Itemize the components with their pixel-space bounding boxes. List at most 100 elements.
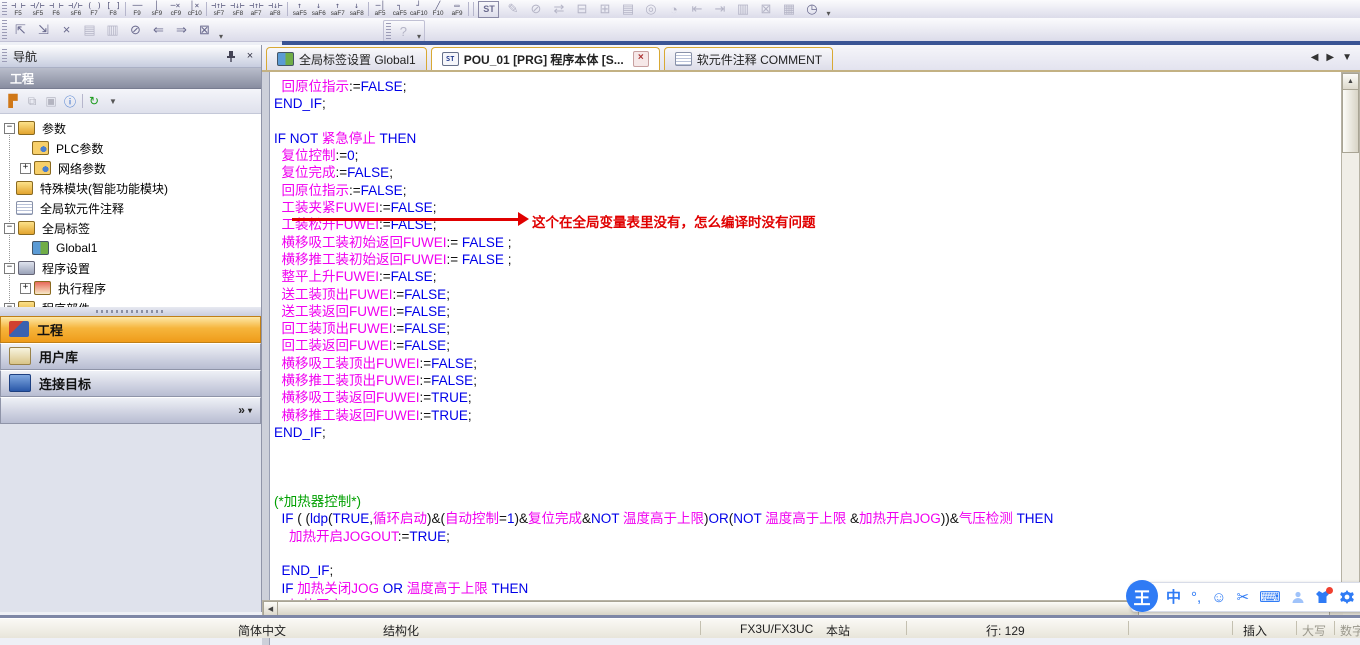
editor-tool-icon[interactable]: ⊟ — [570, 0, 593, 19]
edit-tool-icon[interactable]: ⊘ — [124, 20, 147, 40]
ladder-f8-button[interactable]: [ ]F8 — [104, 1, 123, 18]
ladder-sf7-button[interactable]: ⊣↑⊢sF7 — [209, 1, 228, 18]
ladder-f9-button[interactable]: ──F9 — [128, 1, 147, 18]
ladder-saf5-button[interactable]: ↑saF5 — [290, 1, 309, 18]
edit-tool-icon[interactable]: ⇐ — [147, 20, 170, 40]
editor-tool-icon[interactable]: ◔ — [662, 0, 685, 19]
nav-button-用户库[interactable]: 用户库 — [0, 343, 261, 370]
copy-icon[interactable]: ⧉ — [23, 92, 41, 110]
ladder-cf10-button[interactable]: │×cF10 — [185, 1, 204, 18]
tree-item-global1[interactable]: Global1 — [0, 238, 261, 258]
paste-icon[interactable]: ▣ — [42, 92, 60, 110]
vertical-scrollbar[interactable]: ▲ ▼ — [1341, 72, 1360, 602]
ladder-af9-button[interactable]: ▭aF9 — [447, 1, 466, 18]
editor-tool-icon[interactable]: ⇄ — [547, 0, 570, 19]
editor-tool-icon[interactable]: ST — [478, 1, 499, 18]
tree-item-[interactable]: 特殊模块(智能功能模块) — [0, 178, 261, 198]
refresh-icon[interactable]: ↻ — [85, 92, 103, 110]
editor-tool-icon[interactable]: ▥ — [731, 0, 754, 19]
tree-item-[interactable]: −程序设置 — [0, 258, 261, 278]
ime-punctuation-icon[interactable]: °, — [1191, 590, 1201, 605]
ladder-f6-button[interactable]: ⊣ ⊢F6 — [47, 1, 66, 18]
st-code-area[interactable]: 回原位指示:=FALSE;END_IF; IF NOT 紧急停止 THEN 复位… — [270, 72, 1342, 600]
edit-tool-icon[interactable]: ▥ — [101, 20, 124, 40]
ime-emoji-icon[interactable]: ☺ — [1211, 590, 1226, 605]
collapse-icon[interactable]: − — [4, 123, 15, 134]
panel-grip[interactable] — [2, 49, 7, 63]
editor-tool-icon[interactable]: ⇥ — [708, 0, 731, 19]
ime-settings-icon[interactable] — [1340, 590, 1354, 604]
nav-button-连接目标[interactable]: 连接目标 — [0, 370, 261, 397]
ime-account-icon[interactable] — [1291, 590, 1305, 604]
tree-item-[interactable]: −参数 — [0, 118, 261, 138]
editor-tool-icon[interactable]: ◎ — [639, 0, 662, 19]
ime-keyboard-icon[interactable]: ⌨ — [1259, 590, 1281, 605]
tree-item-[interactable]: +网络参数 — [0, 158, 261, 178]
edit-tool-icon[interactable]: ⇱ — [9, 20, 32, 40]
ladder-caf5-button[interactable]: ┐caF5 — [390, 1, 409, 18]
help-icon[interactable]: ? — [393, 21, 414, 41]
document-tab-1[interactable]: 全局标签设置 Global1 — [266, 47, 427, 70]
ladder-f5-button[interactable]: ⊣ ⊢F5 — [9, 1, 28, 18]
ime-skin-icon[interactable] — [1315, 590, 1330, 604]
ladder-sf8-button[interactable]: ⊣↓⊢sF8 — [228, 1, 247, 18]
toolbar-overflow-icon[interactable]: ▾ — [219, 32, 223, 41]
ladder-cf9-button[interactable]: ─×cF9 — [166, 1, 185, 18]
document-tab-3[interactable]: 软元件注释 COMMENT — [664, 47, 833, 70]
data-info-icon[interactable]: ⓘ — [61, 92, 79, 110]
edit-tool-icon[interactable]: ▤ — [78, 20, 101, 40]
editor-tool-icon[interactable]: ✎ — [501, 0, 524, 19]
tree-item-[interactable]: −程序部件 — [0, 298, 261, 307]
editor-tool-icon[interactable]: ⊘ — [524, 0, 547, 19]
ladder-sf9-button[interactable]: │sF9 — [147, 1, 166, 18]
ladder-saf7-button[interactable]: ↑saF7 — [328, 1, 347, 18]
editor-tool-icon[interactable]: ⊠ — [754, 0, 777, 19]
tree-item-[interactable]: −全局标签 — [0, 218, 261, 238]
expand-icon[interactable]: + — [20, 283, 31, 294]
ladder-af8-button[interactable]: ⊣↓⊢aF8 — [266, 1, 285, 18]
tab-list-icon[interactable]: ▼ — [1342, 52, 1352, 63]
ladder-caf10-button[interactable]: ┘caF10 — [409, 1, 428, 18]
ime-logo-icon[interactable]: 王 — [1126, 580, 1158, 612]
editor-tool-icon[interactable]: ▤ — [616, 0, 639, 19]
editor-tool-icon[interactable]: ◷ — [800, 0, 823, 19]
tab-close-icon[interactable]: × — [633, 51, 649, 67]
ladder-f7-button[interactable]: ( )F7 — [85, 1, 104, 18]
ime-clip-icon[interactable]: ✂ — [1237, 590, 1250, 605]
tab-scroll-right-icon[interactable]: ▶ — [1326, 52, 1334, 63]
ladder-af5-button[interactable]: ─│aF5 — [371, 1, 390, 18]
editor-tool-icon[interactable]: ▦ — [777, 0, 800, 19]
toolbar-overflow-icon[interactable]: ▾ — [417, 32, 421, 41]
editor-tool-icon[interactable]: ⊞ — [593, 0, 616, 19]
pin-icon[interactable] — [223, 49, 239, 64]
collapse-icon[interactable]: − — [4, 303, 15, 307]
toolbar-grip[interactable] — [2, 2, 7, 16]
expand-icon[interactable]: + — [20, 163, 31, 174]
scroll-left-icon[interactable]: ◀ — [263, 601, 278, 616]
ladder-saf8-button[interactable]: ↓saF8 — [347, 1, 366, 18]
ladder-af7-button[interactable]: ⊣↑⊢aF7 — [247, 1, 266, 18]
edit-tool-icon[interactable]: ⇲ — [32, 20, 55, 40]
nav-more-buttons[interactable]: »▾ — [0, 397, 261, 424]
sort-filter-icon[interactable]: ▼ — [104, 92, 122, 110]
collapse-icon[interactable]: − — [4, 223, 15, 234]
ladder-f10-button[interactable]: ╱F10 — [428, 1, 447, 18]
nav-button-工程[interactable]: 工程 — [0, 316, 261, 343]
tree-item-[interactable]: 全局软元件注释 — [0, 198, 261, 218]
edit-tool-icon[interactable]: ⊠ — [193, 20, 216, 40]
collapse-icon[interactable]: − — [4, 263, 15, 274]
new-item-icon[interactable]: ▛ — [4, 92, 22, 110]
edit-tool-icon[interactable]: ⇒ — [170, 20, 193, 40]
tree-item-plc[interactable]: PLC参数 — [0, 138, 261, 158]
toolbar-grip[interactable] — [386, 23, 391, 39]
vertical-scroll-thumb[interactable] — [1342, 89, 1359, 153]
document-tab-2[interactable]: STPOU_01 [PRG] 程序本体 [S...× — [431, 47, 660, 70]
ladder-sf6-button[interactable]: ⊣/⊢sF6 — [66, 1, 85, 18]
horizontal-scroll-thumb[interactable] — [277, 601, 1139, 616]
ladder-sf5-button[interactable]: ⊣/⊢sF5 — [28, 1, 47, 18]
scroll-up-icon[interactable]: ▲ — [1342, 73, 1359, 90]
ime-chinese-mode-icon[interactable]: 中 — [1166, 590, 1181, 605]
toolbar-grip[interactable] — [2, 20, 7, 38]
toolbar-overflow-icon[interactable]: ▾ — [826, 9, 830, 18]
close-icon[interactable]: × — [242, 49, 258, 64]
